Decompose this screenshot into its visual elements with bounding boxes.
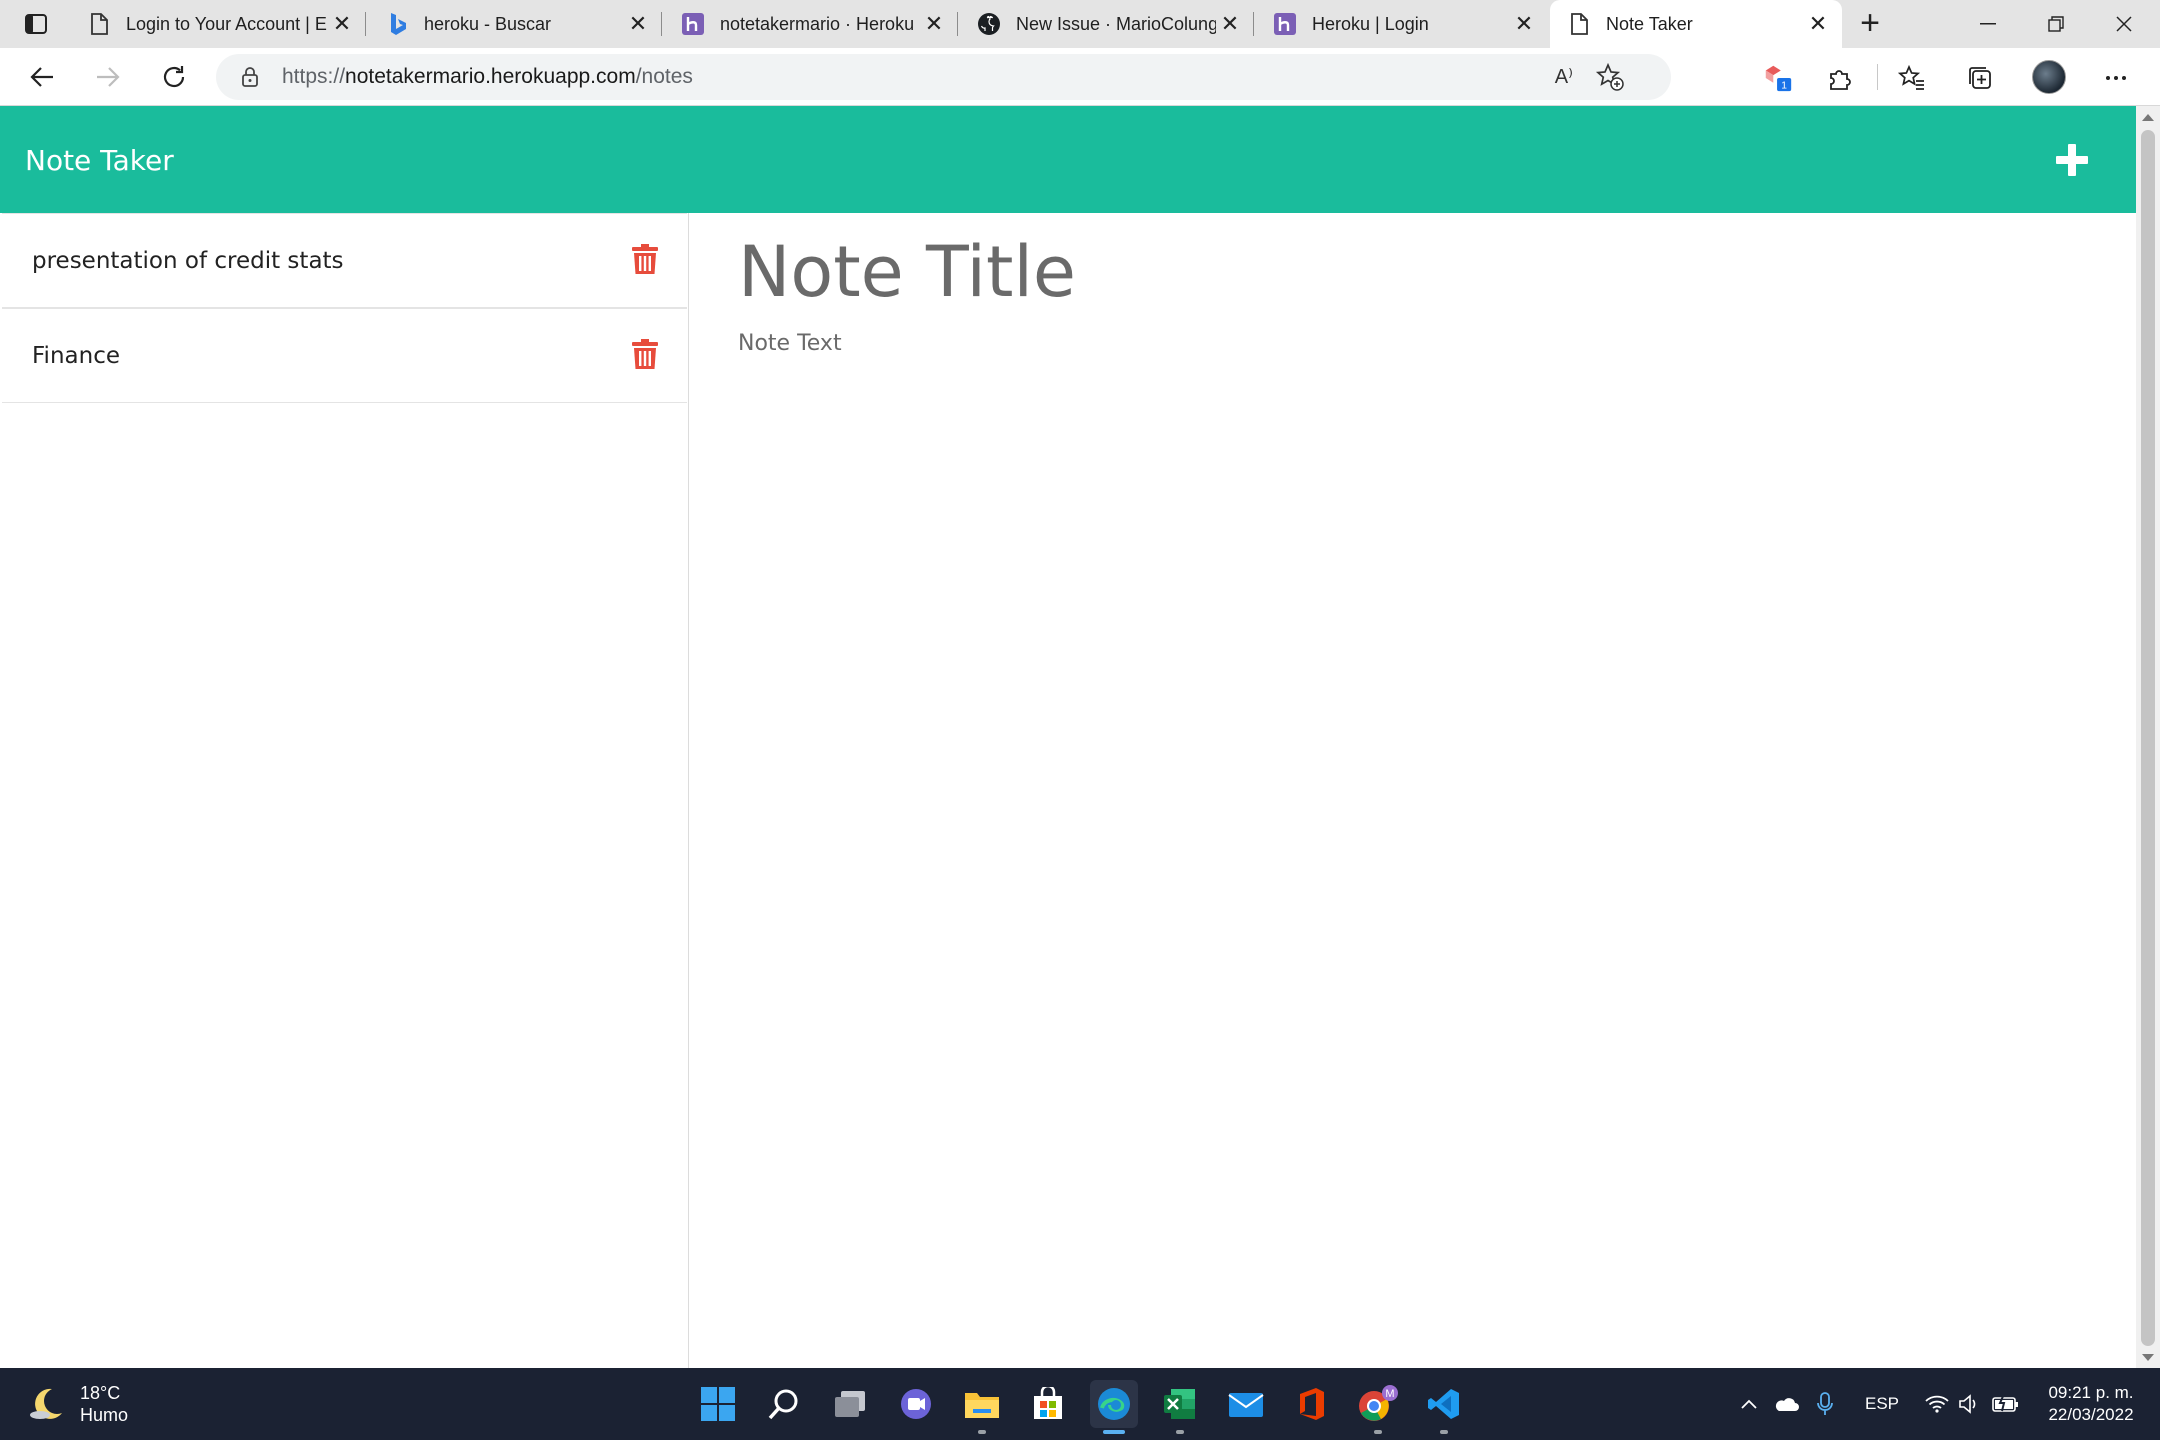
mail-icon[interactable] [1222,1380,1270,1428]
windows-taskbar: 18°C Humo M ESP 09:21 p. m. 22/03/2022 [0,1368,2160,1440]
browser-tab[interactable]: notetakermario · Heroku ✕ [664,0,958,48]
chrome-icon[interactable]: M [1354,1380,1402,1434]
battery-charging-icon[interactable] [1988,1368,2024,1440]
search-icon[interactable] [760,1380,808,1428]
page-icon [1566,11,1592,37]
scrollbar-thumb[interactable] [2141,130,2155,1346]
restore-icon[interactable] [2024,0,2088,48]
microphone-icon[interactable] [1808,1368,1842,1440]
more-options-icon[interactable] [2100,62,2132,94]
extension-badge-icon[interactable]: 1 [1762,62,1794,94]
favorites-icon[interactable] [1896,62,1928,94]
forward-arrow-icon[interactable] [88,57,128,97]
clock-time: 09:21 p. m. [2048,1383,2134,1402]
tab-close-icon[interactable]: ✕ [920,10,948,38]
lock-icon[interactable] [238,65,262,89]
input-language-indicator[interactable]: ESP [1858,1368,1906,1440]
tab-close-icon[interactable]: ✕ [1804,10,1832,38]
note-editor [690,213,2136,1368]
taskbar-clock[interactable]: 09:21 p. m. 22/03/2022 [2036,1382,2146,1426]
tab-actions-icon[interactable] [18,10,54,38]
moon-icon [30,1388,62,1419]
notes-list: presentation of credit stats Finance [0,213,689,1368]
back-arrow-icon[interactable] [22,57,62,97]
office-icon[interactable] [1288,1380,1336,1428]
profile-avatar[interactable] [2032,60,2066,94]
excel-icon[interactable] [1156,1380,1204,1434]
onedrive-cloud-icon[interactable] [1768,1368,1804,1440]
vscode-icon[interactable] [1420,1380,1468,1434]
refresh-icon[interactable] [154,57,194,97]
collections-icon[interactable] [1964,62,1996,94]
tab-title: heroku - Buscar [424,13,552,34]
app-navbar: Note Taker [0,106,2136,213]
clock-date: 22/03/2022 [2048,1405,2134,1424]
tab-title: notetakermario · Heroku [720,13,915,34]
tab-title: New Issue · MarioColung [1016,13,1216,34]
delete-trash-icon[interactable] [632,244,662,276]
vertical-scrollbar[interactable] [2136,106,2160,1368]
browser-tab[interactable]: heroku - Buscar ✕ [368,0,662,48]
browser-tab[interactable]: Login to Your Account | E ✕ [70,0,366,48]
note-text-area[interactable] [738,331,2088,1231]
close-window-icon[interactable] [2092,0,2156,48]
svg-text:M: M [1385,1388,1394,1400]
edge-browser-icon[interactable] [1090,1380,1138,1434]
minimize-icon[interactable] [1956,0,2020,48]
microsoft-store-icon[interactable] [1024,1380,1072,1428]
browser-tab[interactable]: New Issue · MarioColung ✕ [960,0,1254,48]
url-text[interactable]: https://notetakermario.herokuapp.com/not… [282,65,693,89]
delete-trash-icon[interactable] [632,339,662,371]
add-note-icon[interactable] [2052,140,2092,180]
wifi-icon[interactable] [1922,1368,1952,1440]
new-tab-button[interactable]: + [1852,6,1888,42]
note-title-label[interactable]: presentation of credit stats [32,248,344,274]
weather-widget[interactable]: 18°C Humo [28,1382,128,1426]
github-icon [976,11,1002,37]
tab-title: Note Taker [1606,13,1693,34]
list-item[interactable]: presentation of credit stats [2,213,687,308]
read-aloud-icon[interactable]: A⁾ [1555,64,1573,89]
heroku-icon [1272,11,1298,37]
add-favorite-icon[interactable] [1595,62,1625,92]
note-title-label[interactable]: Finance [32,343,120,369]
scroll-down-icon[interactable] [2142,1354,2154,1361]
tab-title: Heroku | Login [1312,13,1429,34]
browser-toolbar: https://notetakermario.herokuapp.com/not… [0,48,2160,106]
svg-text:1: 1 [1781,80,1787,91]
scroll-up-icon[interactable] [2142,114,2154,121]
page-icon [86,11,112,37]
tab-close-icon[interactable]: ✕ [1216,10,1244,38]
note-title-input[interactable] [738,231,2038,313]
weather-temperature: 18°C [80,1383,121,1403]
heroku-icon [680,11,706,37]
tab-close-icon[interactable]: ✕ [1510,10,1538,38]
volume-icon[interactable] [1954,1368,1984,1440]
browser-tab-active[interactable]: Note Taker ✕ [1550,0,1842,48]
address-bar[interactable]: https://notetakermario.herokuapp.com/not… [216,54,1671,100]
tab-title: Login to Your Account | E [126,13,327,34]
app-title[interactable]: Note Taker [25,144,174,177]
weather-condition: Humo [80,1405,129,1425]
list-item[interactable]: Finance [2,308,687,403]
task-view-icon[interactable] [826,1380,874,1428]
teams-chat-icon[interactable] [892,1380,940,1428]
tab-close-icon[interactable]: ✕ [328,10,356,38]
windows-start-icon[interactable] [694,1380,742,1428]
tab-close-icon[interactable]: ✕ [624,10,652,38]
show-hidden-icons-chevron-icon[interactable] [1734,1368,1764,1440]
browser-tab-strip: Login to Your Account | E ✕ heroku - Bus… [0,0,2160,48]
bing-icon [384,11,410,37]
file-explorer-icon[interactable] [958,1380,1006,1434]
browser-tab[interactable]: Heroku | Login ✕ [1256,0,1548,48]
extensions-puzzle-icon[interactable] [1824,62,1856,94]
